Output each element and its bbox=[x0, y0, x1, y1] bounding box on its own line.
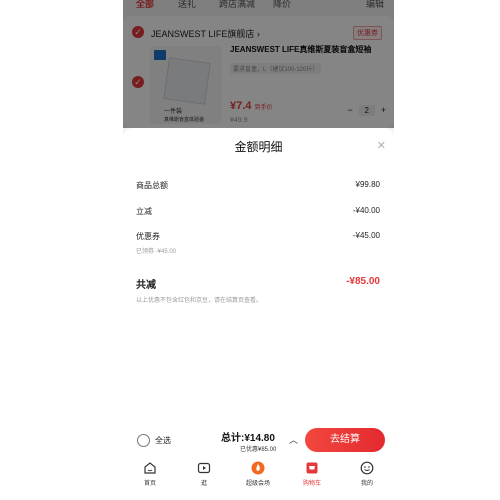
total-amount: 总计:¥14.80 bbox=[221, 433, 275, 444]
video-icon bbox=[197, 462, 211, 474]
checkout-bar: 全选 总计:¥14.80 已优惠¥85.00 ︿ 去结算 bbox=[123, 424, 394, 457]
select-all-radio[interactable] bbox=[137, 434, 150, 447]
close-icon[interactable]: ✕ bbox=[377, 139, 386, 152]
tabbar-item-me[interactable]: 我的 bbox=[347, 461, 387, 487]
sheet-title: 金额明细 bbox=[234, 140, 283, 154]
tabbar-item-explore[interactable]: 逛 bbox=[184, 461, 224, 487]
tabbar-label-cart: 购物车 bbox=[302, 481, 321, 487]
row-label-subtotal: 商品总额 bbox=[136, 181, 168, 190]
shopping-cart-screen: 全部 送礼 跨店满减 降价 编辑 ✓ JEANSWEST LIFE旗舰店 › 优… bbox=[123, 0, 394, 500]
tabbar-label-super-venue: 超级会场 bbox=[245, 481, 270, 487]
row-label-discount: 立减 bbox=[136, 207, 152, 216]
row-value-discount: -¥40.00 bbox=[352, 206, 380, 215]
cart-icon bbox=[306, 462, 318, 474]
tabbar-label-explore: 逛 bbox=[200, 481, 207, 487]
row-label-coupon: 优惠券 bbox=[136, 232, 160, 241]
discount-amount: 已优惠¥85.00 bbox=[240, 447, 277, 453]
bottom-tab-bar: 首页 逛 超级会场 购物车 我的 bbox=[123, 457, 394, 500]
dim-overlay[interactable] bbox=[123, 0, 394, 128]
tabbar-item-home[interactable]: 首页 bbox=[130, 461, 170, 487]
fire-icon bbox=[251, 461, 265, 475]
tabbar-item-cart[interactable]: 购物车 bbox=[292, 461, 332, 487]
coupon-claimed-note: 已领券 -¥45.00 bbox=[136, 249, 177, 255]
tabbar-label-me: 我的 bbox=[360, 481, 373, 487]
tabbar-item-super-venue[interactable]: 超级会场 bbox=[238, 461, 278, 487]
price-breakdown-sheet: 金额明细 ✕ 商品总额 ¥99.80 立减 -¥40.00 优惠券 -¥45.0… bbox=[123, 128, 394, 424]
row-value-subtotal: ¥99.80 bbox=[355, 180, 380, 189]
chevron-up-icon[interactable]: ︿ bbox=[289, 433, 298, 446]
row-value-coupon: -¥45.00 bbox=[352, 231, 380, 240]
total-saved-value: -¥85.00 bbox=[346, 276, 380, 287]
tabbar-label-home: 首页 bbox=[143, 481, 156, 487]
checkout-button[interactable]: 去结算 bbox=[305, 428, 385, 452]
home-icon bbox=[144, 462, 156, 474]
discount-disclaimer: 以上优惠不包含红包和京豆，请在结算页查看。 bbox=[136, 298, 263, 304]
smile-icon bbox=[360, 461, 374, 475]
select-all-label[interactable]: 全选 bbox=[155, 435, 171, 446]
total-saved-label: 共减 bbox=[136, 280, 156, 291]
